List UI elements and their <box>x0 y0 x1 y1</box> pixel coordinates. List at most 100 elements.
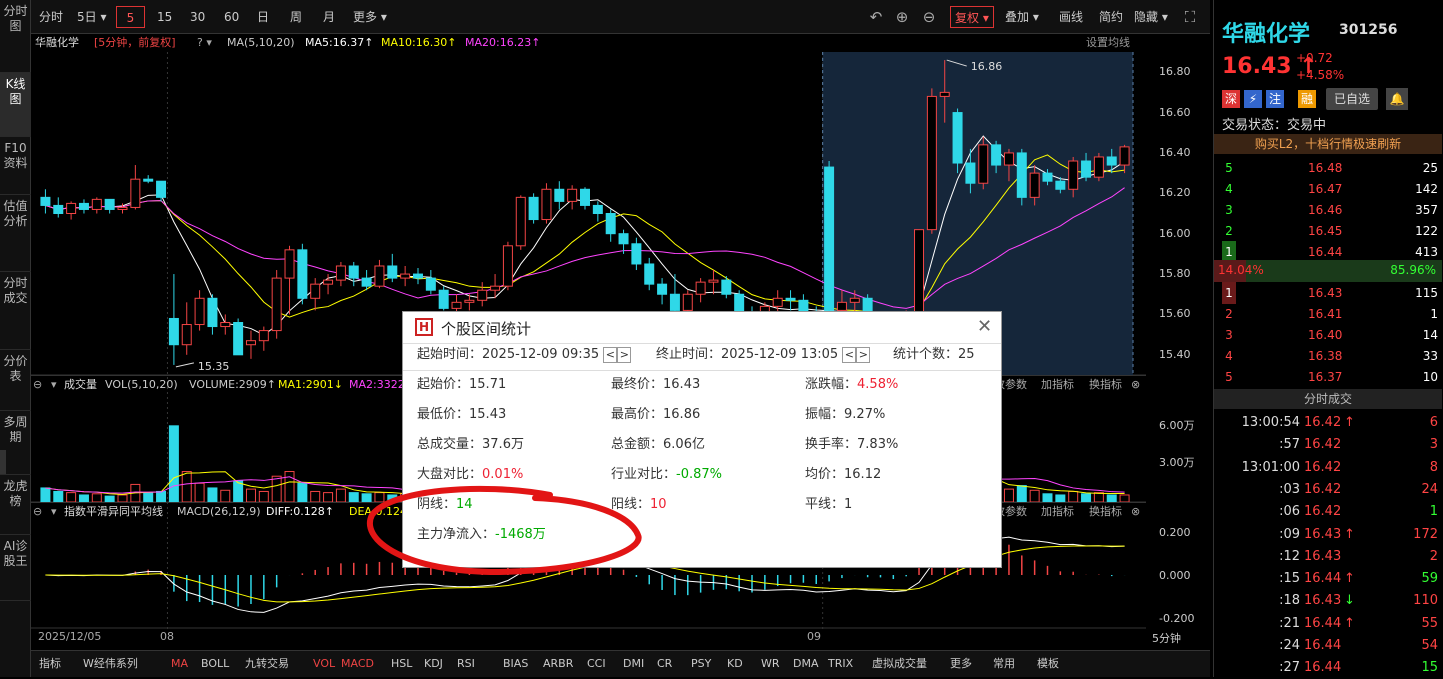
adjust-button[interactable]: 复权 ▾ <box>950 6 994 28</box>
indicator-tab[interactable]: WR <box>761 655 780 673</box>
collapse-icon[interactable]: ⊖ <box>33 376 42 394</box>
tab-5day[interactable]: 5日 ▾ <box>73 6 111 28</box>
sidebar-item[interactable]: AI诊股王 <box>0 535 31 601</box>
orderbook-row[interactable]: 2 16.45 122 <box>1214 220 1442 242</box>
watchlist-button[interactable]: 已自选 <box>1326 88 1378 110</box>
margin-tag[interactable]: 融 <box>1298 90 1316 108</box>
tab-more[interactable]: 更多 ▾ <box>349 6 391 28</box>
tab-week[interactable]: 周 <box>286 6 306 28</box>
candle-body <box>978 144 989 184</box>
indicator-tab[interactable]: CR <box>657 655 672 673</box>
note-tag[interactable]: 注 <box>1266 90 1284 108</box>
volume-bar <box>91 493 102 503</box>
sidebar-item[interactable]: 分时成交 <box>0 272 31 350</box>
indicator-tab[interactable]: ARBR <box>543 655 573 673</box>
orderbook-row[interactable]: 1 16.43 115 <box>1214 282 1442 304</box>
indicator-tab[interactable]: MACD <box>341 655 374 673</box>
undo-icon[interactable]: ↶ <box>868 9 884 25</box>
sidebar-item[interactable]: 龙虎榜 <box>0 475 31 535</box>
tab-30min[interactable]: 30 <box>186 6 209 28</box>
indicator-tab[interactable]: KD <box>727 655 743 673</box>
sidebar-item[interactable]: 分时图 <box>0 0 31 73</box>
macd-switch-indicator-button[interactable]: 换指标 <box>1089 503 1122 521</box>
volume-bar <box>1016 485 1027 503</box>
end-time-value: 2025-12-09 13:05 <box>721 347 839 362</box>
indicator-tab[interactable]: CCI <box>587 655 606 673</box>
l2-promo-banner[interactable]: 购买L2，十档行情极速刷新 <box>1214 134 1442 154</box>
next-end-button[interactable]: > <box>856 346 871 363</box>
indicator-tab[interactable]: DMI <box>623 655 644 673</box>
prev-start-button[interactable]: < <box>603 346 618 363</box>
prev-end-button[interactable]: < <box>842 346 857 363</box>
sidebar-item[interactable]: 估值分析 <box>0 195 31 272</box>
collapse-left-handle[interactable] <box>0 450 6 474</box>
vol-switch-indicator-button[interactable]: 换指标 <box>1089 376 1122 394</box>
volume-menu-icon[interactable]: ▾ <box>51 376 57 394</box>
draw-line-button[interactable]: 画线 <box>1055 6 1087 28</box>
indicator-tab[interactable]: 指标 <box>39 655 61 673</box>
zoom-in-icon[interactable]: ⊕ <box>894 9 910 25</box>
stat-item: 最低价：15.43 <box>417 407 507 422</box>
tab-month[interactable]: 月 <box>319 6 339 28</box>
sidebar-item[interactable]: F10资料 <box>0 137 31 195</box>
indicator-tab[interactable]: MA <box>171 655 188 673</box>
collapse-icon[interactable]: ⊖ <box>33 503 42 521</box>
indicator-tab[interactable]: PSY <box>691 655 711 673</box>
indicator-tab[interactable]: 九转交易 <box>245 655 289 673</box>
sidebar-item[interactable]: K线图 <box>0 73 31 137</box>
close-icon[interactable]: ⊗ <box>1131 503 1140 521</box>
help-icon[interactable]: ? ▾ <box>197 34 212 52</box>
next-start-button[interactable]: > <box>617 346 632 363</box>
orderbook-row[interactable]: 5 16.48 25 <box>1214 157 1442 179</box>
set-ma-button[interactable]: 设置均线 <box>1086 34 1130 52</box>
macd-params[interactable]: MACD(26,12,9) <box>177 503 261 521</box>
candle-body <box>297 249 308 299</box>
orderbook-row[interactable]: 3 16.40 14 <box>1214 324 1442 346</box>
simple-button[interactable]: 简约 <box>1095 6 1127 28</box>
tab-day[interactable]: 日 <box>253 6 273 28</box>
indicator-tab[interactable]: 更多 <box>950 655 972 673</box>
volume-bar <box>220 489 231 503</box>
candle-body <box>374 265 385 287</box>
indicator-tab[interactable]: DMA <box>793 655 819 673</box>
orderbook-row[interactable]: 4 16.47 142 <box>1214 178 1442 200</box>
macd-menu-icon[interactable]: ▾ <box>51 503 57 521</box>
orderbook-row[interactable]: 5 16.37 10 <box>1214 366 1442 388</box>
indicator-tab[interactable]: 常用 <box>993 655 1015 673</box>
orderbook-row[interactable]: 4 16.38 33 <box>1214 345 1442 367</box>
kline-info-bar: 华融化学 [5分钟，前复权] ? ▾ MA(5,10,20) MA5:16.37… <box>31 34 1146 52</box>
ma-params[interactable]: MA(5,10,20) <box>227 34 295 52</box>
shenzhen-tag[interactable]: 深 <box>1222 90 1240 108</box>
close-icon[interactable]: ✕ <box>977 316 992 337</box>
indicator-tab[interactable]: RSI <box>457 655 475 673</box>
tab-5min[interactable]: 5 <box>116 6 145 28</box>
indicator-tab[interactable]: TRIX <box>828 655 853 673</box>
indicator-bar: 指标 W经伟系列 MA BOLL 九转交易 VOL MACD HSL KDJ RSI BIAS ARB… <box>31 650 1210 677</box>
tab-intraday[interactable]: 分时 <box>35 6 67 28</box>
macd-add-indicator-button[interactable]: 加指标 <box>1041 503 1074 521</box>
orderbook-row[interactable]: 3 16.46 357 <box>1214 199 1442 221</box>
lightning-icon[interactable]: ⚡ <box>1244 90 1262 108</box>
close-icon[interactable]: ⊗ <box>1131 376 1140 394</box>
hide-button[interactable]: 隐藏 ▾ <box>1130 6 1172 28</box>
indicator-tab[interactable]: VOL <box>313 655 335 673</box>
candle-body <box>78 202 89 210</box>
volume-params[interactable]: VOL(5,10,20) <box>105 376 178 394</box>
indicator-tab[interactable]: 虚拟成交量 <box>872 655 927 673</box>
indicator-tab[interactable]: HSL <box>391 655 412 673</box>
indicator-tab[interactable]: W经伟系列 <box>83 655 138 673</box>
orderbook-row[interactable]: 2 16.41 1 <box>1214 303 1442 325</box>
fullscreen-icon[interactable]: ⛶ <box>1182 9 1198 25</box>
zoom-out-icon[interactable]: ⊖ <box>921 9 937 25</box>
overlay-button[interactable]: 叠加 ▾ <box>1001 6 1043 28</box>
alert-bell-icon[interactable]: 🔔 <box>1386 88 1408 110</box>
indicator-tab[interactable]: BIAS <box>503 655 528 673</box>
tab-15min[interactable]: 15 <box>153 6 176 28</box>
tab-60min[interactable]: 60 <box>220 6 243 28</box>
sidebar-item[interactable]: 分价表 <box>0 350 31 411</box>
indicator-tab[interactable]: KDJ <box>424 655 443 673</box>
vol-add-indicator-button[interactable]: 加指标 <box>1041 376 1074 394</box>
indicator-tab[interactable]: 模板 <box>1037 655 1059 673</box>
trade-row: :15 16.44 ↑ 59 <box>1279 571 1438 587</box>
indicator-tab[interactable]: BOLL <box>201 655 229 673</box>
